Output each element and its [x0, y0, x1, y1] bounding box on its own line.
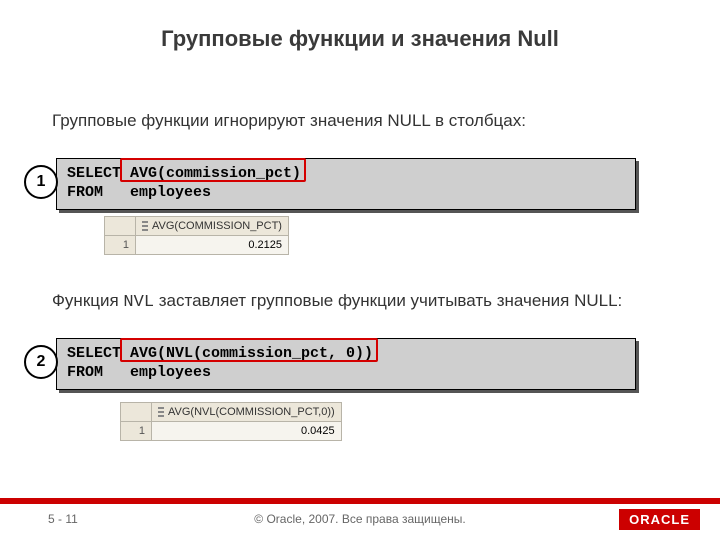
result-table-1: . AVG(COMMISSION_PCT) 1 0.2125 [104, 216, 289, 255]
grip-icon [142, 221, 148, 231]
result2-corner: . [121, 403, 152, 422]
para2-nvl-code: NVL [123, 293, 154, 312]
grip-icon [158, 407, 164, 417]
paragraph-nvl: Функция NVL заставляет групповые функции… [52, 290, 672, 315]
highlight-box-2 [120, 338, 378, 362]
highlight-box-1 [120, 158, 306, 182]
result2-col-header: AVG(NVL(COMMISSION_PCT,0)) [152, 403, 342, 422]
result1-corner: . [105, 217, 136, 236]
result1-col-header: AVG(COMMISSION_PCT) [136, 217, 289, 236]
sql2-from-line: FROM employees [67, 364, 211, 381]
step-badge-2: 2 [24, 345, 58, 379]
footer-copyright: © Oracle, 2007. Все права защищены. [0, 512, 720, 526]
oracle-logo: ORACLE [619, 509, 700, 530]
paragraph-null-ignored: Групповые функции игнорируют значения NU… [52, 110, 652, 133]
result2-col-label: AVG(NVL(COMMISSION_PCT,0)) [168, 406, 335, 418]
result1-col-label: AVG(COMMISSION_PCT) [152, 220, 282, 232]
slide-title: Групповые функции и значения Null [0, 26, 720, 52]
result-table-2: . AVG(NVL(COMMISSION_PCT,0)) 1 0.0425 [120, 402, 342, 441]
result2-rownum: 1 [121, 422, 152, 441]
footer-stripe [0, 498, 720, 504]
para2-post: заставляет групповые функции учитывать з… [154, 291, 622, 310]
result1-value: 0.2125 [136, 236, 289, 255]
sql1-from-line: FROM employees [67, 184, 211, 201]
result2-value: 0.0425 [152, 422, 342, 441]
para2-pre: Функция [52, 291, 123, 310]
step-badge-1: 1 [24, 165, 58, 199]
result1-rownum: 1 [105, 236, 136, 255]
